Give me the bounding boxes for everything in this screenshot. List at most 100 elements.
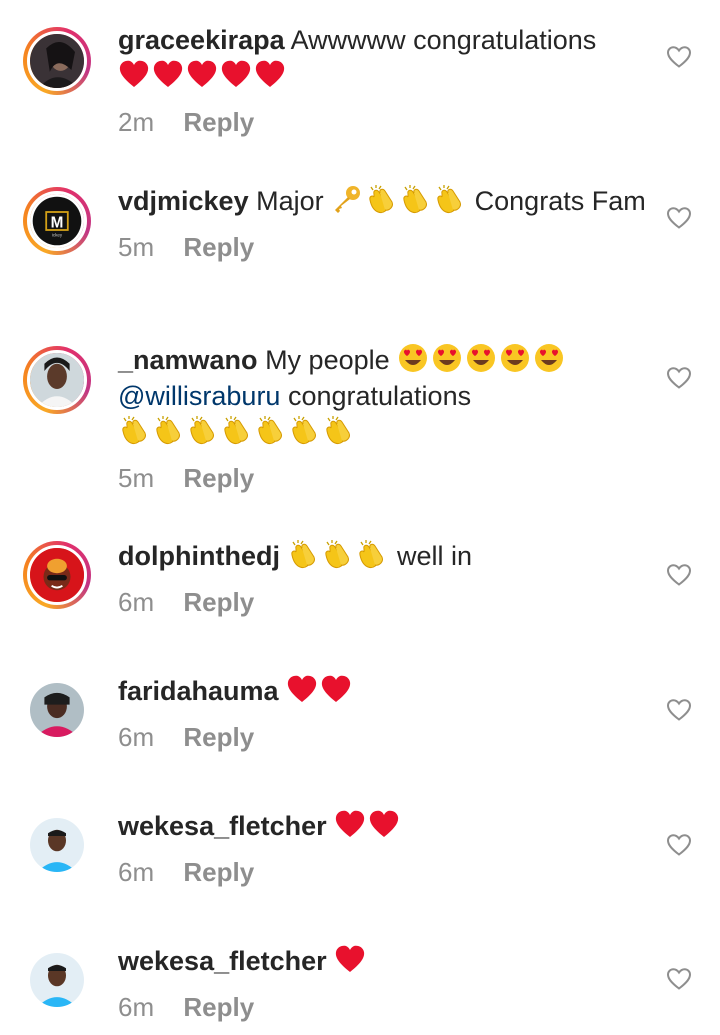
svg-text:ickey: ickey (52, 232, 63, 237)
comment-text: _namwano My people @willisraburu congrat… (118, 342, 648, 450)
comment-body: vdjmickey Major Congrats Fam 5m Reply (118, 183, 648, 264)
heart-emoji-icon (320, 673, 352, 705)
comment-body: _namwano My people @willisraburu congrat… (118, 342, 648, 495)
reply-button[interactable]: Reply (183, 461, 254, 495)
clapping-hands-icon (399, 183, 431, 215)
like-button[interactable] (666, 45, 692, 69)
like-button[interactable] (666, 967, 692, 991)
heart-emoji-icon (286, 673, 318, 705)
heart-eyes-emoji-icon (499, 342, 531, 374)
heart-outline-icon (666, 834, 692, 856)
emoji-row (331, 183, 467, 216)
clapping-hands-icon (433, 183, 465, 215)
key-emoji-icon (331, 183, 363, 215)
comment-meta: 6m Reply (118, 720, 648, 754)
clapping-hands-icon (321, 538, 353, 570)
clapping-hands-icon (254, 414, 286, 446)
heart-outline-icon (666, 46, 692, 68)
heart-eyes-emoji-icon (533, 342, 565, 374)
heart-emoji-icon (254, 58, 286, 90)
avatar[interactable] (23, 346, 91, 414)
clapping-hands-icon (118, 414, 150, 446)
comment-time: 6m (118, 857, 155, 887)
reply-button[interactable]: Reply (183, 585, 254, 619)
username[interactable]: faridahauma (118, 676, 279, 706)
comment-meta: 5m Reply (118, 230, 648, 264)
clapping-hands-icon (355, 538, 387, 570)
clapping-hands-icon (220, 414, 252, 446)
avatar[interactable] (23, 676, 91, 744)
heart-emoji-icon (368, 808, 400, 840)
heart-emoji-icon (220, 58, 252, 90)
like-button[interactable] (666, 563, 692, 587)
username[interactable]: wekesa_fletcher (118, 811, 327, 841)
avatar[interactable] (23, 946, 91, 1014)
comment-message-end: congratulations (287, 381, 472, 411)
user-mention-link[interactable]: @willisraburu (118, 381, 280, 411)
reply-button[interactable]: Reply (183, 855, 254, 889)
like-button[interactable] (666, 833, 692, 857)
comment-message: My people (265, 345, 390, 375)
avatar[interactable] (23, 27, 91, 95)
heart-outline-icon (666, 367, 692, 389)
comment-body: graceekirapa Awwwww congratulations 2m R… (118, 22, 648, 139)
comment-body: wekesa_fletcher 6m Reply (118, 808, 648, 889)
clapping-hands-icon (186, 414, 218, 446)
like-button[interactable] (666, 698, 692, 722)
comment-body: faridahauma 6m Reply (118, 673, 648, 754)
comment-message: Awwwww congratulations (290, 25, 597, 55)
comment-time: 6m (118, 587, 155, 617)
username[interactable]: _namwano (118, 345, 258, 375)
like-button[interactable] (666, 206, 692, 230)
heart-eyes-emoji-icon (465, 342, 497, 374)
clapping-hands-icon (365, 183, 397, 215)
heart-emoji-icon (186, 58, 218, 90)
reply-button[interactable]: Reply (183, 990, 254, 1024)
clapping-hands-icon (288, 414, 320, 446)
comment-message-end: well in (397, 541, 473, 571)
heart-outline-icon (666, 968, 692, 990)
heart-outline-icon (666, 207, 692, 229)
emoji-row (334, 808, 402, 841)
emoji-row (286, 673, 354, 706)
comment-body: dolphinthedj well in 6m Reply (118, 538, 648, 619)
emoji-row (397, 342, 567, 375)
avatar[interactable]: Mickey (23, 187, 91, 255)
username[interactable]: wekesa_fletcher (118, 946, 327, 976)
comment-time: 6m (118, 992, 155, 1022)
heart-emoji-icon (334, 808, 366, 840)
emoji-row (118, 58, 288, 91)
comment-text: wekesa_fletcher (118, 943, 648, 979)
clapping-hands-icon (322, 414, 354, 446)
comment-time: 6m (118, 722, 155, 752)
emoji-row (334, 943, 368, 976)
comment-text: dolphinthedj well in (118, 538, 648, 574)
heart-outline-icon (666, 699, 692, 721)
clapping-hands-icon (152, 414, 184, 446)
comment-meta: 2m Reply (118, 105, 648, 139)
username[interactable]: dolphinthedj (118, 541, 280, 571)
reply-button[interactable]: Reply (183, 720, 254, 754)
comment-text: graceekirapa Awwwww congratulations (118, 22, 648, 94)
emoji-row (118, 414, 356, 447)
username[interactable]: vdjmickey (118, 186, 249, 216)
comment-text: vdjmickey Major Congrats Fam (118, 183, 648, 219)
comment-meta: 5m Reply (118, 461, 648, 495)
heart-eyes-emoji-icon (431, 342, 463, 374)
heart-emoji-icon (334, 943, 366, 975)
heart-outline-icon (666, 564, 692, 586)
comment-time: 5m (118, 463, 155, 493)
reply-button[interactable]: Reply (183, 230, 254, 264)
like-button[interactable] (666, 366, 692, 390)
reply-button[interactable]: Reply (183, 105, 254, 139)
comment-time: 5m (118, 232, 155, 262)
avatar[interactable] (23, 541, 91, 609)
clapping-hands-icon (287, 538, 319, 570)
username[interactable]: graceekirapa (118, 25, 285, 55)
heart-emoji-icon (118, 58, 150, 90)
comment-text: wekesa_fletcher (118, 808, 648, 844)
comment-time: 2m (118, 107, 155, 137)
avatar[interactable] (23, 811, 91, 879)
comment-text: faridahauma (118, 673, 648, 709)
comment-meta: 6m Reply (118, 855, 648, 889)
